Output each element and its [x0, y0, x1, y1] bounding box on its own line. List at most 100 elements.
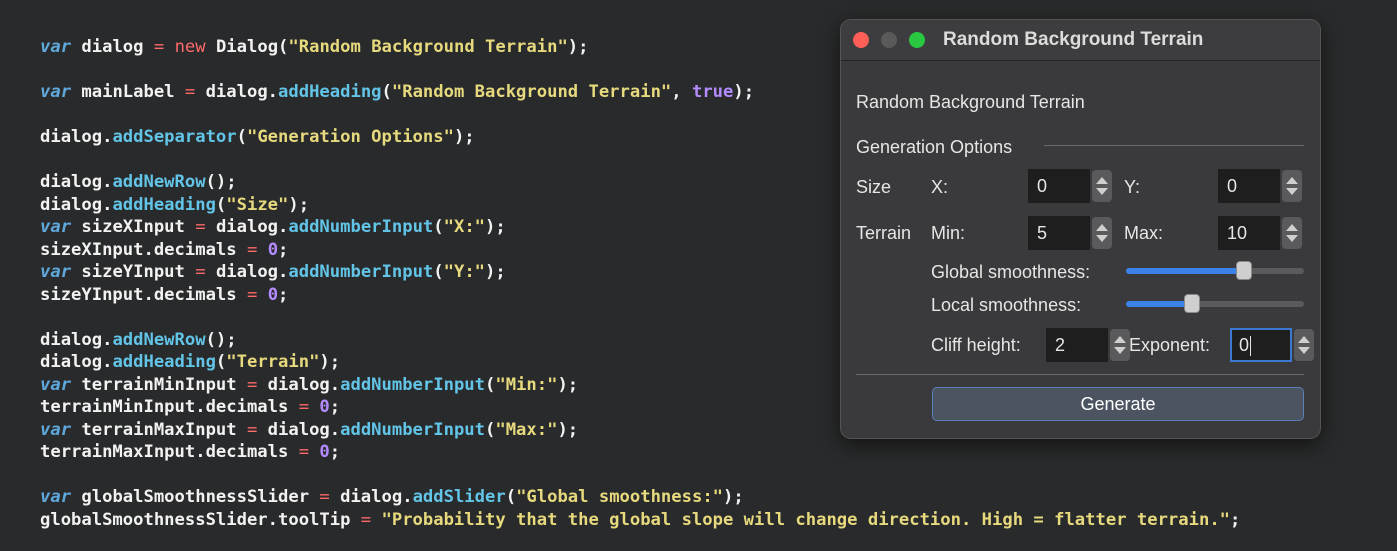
code-token: dialog. [329, 487, 413, 507]
terrain-max-stepper[interactable] [1282, 217, 1302, 249]
stepper-down-icon[interactable] [1298, 347, 1310, 354]
code-token: "Max:" [495, 419, 558, 440]
terrain-max-input[interactable]: 10 [1218, 216, 1302, 250]
code-token: 0 [319, 397, 330, 417]
close-button[interactable] [853, 32, 869, 48]
stepper-up-icon[interactable] [1286, 177, 1298, 184]
code-token: ( [236, 127, 247, 147]
code-token: ; [278, 239, 289, 260]
dialog-heading: Random Background Terrain [856, 92, 1085, 112]
terrain-max-field[interactable]: 10 [1218, 216, 1280, 250]
separator-line [1044, 145, 1304, 146]
code-token: ); [733, 82, 755, 102]
size-x-stepper[interactable] [1092, 170, 1112, 202]
code-token: 0 [267, 284, 279, 305]
exponent-field[interactable]: 0 [1230, 328, 1292, 362]
code-token: globalSmoothnessSlider.toolTip [40, 509, 361, 530]
stepper-up-icon[interactable] [1298, 336, 1310, 343]
size-y-field[interactable]: 0 [1218, 169, 1280, 203]
code-line: var globalSmoothnessSlider = dialog.addS… [40, 486, 1240, 509]
code-token: addHeading [112, 194, 216, 215]
code-token: dialog. [40, 194, 113, 215]
stepper-down-icon[interactable] [1096, 235, 1108, 242]
code-token: ); [319, 352, 341, 372]
code-token: sizeXInput [71, 217, 196, 237]
code-line: globalSmoothnessSlider.toolTip = "Probab… [40, 509, 1240, 532]
zoom-button[interactable] [909, 32, 925, 48]
size-y-input[interactable]: 0 [1218, 169, 1302, 203]
title-bar[interactable]: Random Background Terrain [841, 20, 1320, 61]
code-token: sizeXInput.decimals [40, 239, 247, 260]
code-token: dialog. [205, 217, 289, 237]
exponent-stepper[interactable] [1294, 329, 1314, 361]
exponent-label: Exponent: [1129, 335, 1211, 355]
slider-thumb[interactable] [1236, 261, 1252, 280]
code-token: "X:" [443, 217, 486, 237]
stepper-down-icon[interactable] [1286, 235, 1298, 242]
code-line: terrainMaxInput.decimals = 0; [40, 441, 1240, 464]
stepper-down-icon[interactable] [1286, 188, 1298, 195]
size-x-label: X: [931, 177, 949, 197]
global-smoothness-slider[interactable] [1126, 261, 1304, 281]
stepper-up-icon[interactable] [1114, 336, 1126, 343]
code-token: ( [485, 419, 496, 440]
code-token: var [40, 419, 72, 440]
cliff-height-stepper[interactable] [1110, 329, 1130, 361]
stepper-down-icon[interactable] [1096, 188, 1108, 195]
size-x-input[interactable]: 0 [1028, 169, 1112, 203]
code-token: = [298, 397, 310, 417]
code-token: addSlider [412, 487, 506, 507]
code-token: "Global smoothness:" [516, 487, 724, 507]
code-token: = [246, 284, 258, 305]
terrain-min-stepper[interactable] [1092, 217, 1112, 249]
generate-button[interactable]: Generate [932, 387, 1304, 421]
stepper-up-icon[interactable] [1096, 177, 1108, 184]
code-token: var [40, 37, 72, 57]
stepper-up-icon[interactable] [1286, 224, 1298, 231]
code-token: "Size" [226, 194, 289, 215]
code-token: new [174, 37, 206, 57]
size-y-stepper[interactable] [1282, 170, 1302, 202]
code-token: sizeYInput.decimals [40, 284, 247, 305]
exponent-input[interactable]: 0 [1230, 328, 1314, 362]
code-token: ); [485, 217, 506, 237]
code-token: ); [453, 127, 475, 147]
code-token: = [360, 509, 372, 530]
code-token: , [671, 82, 692, 102]
code-token: ); [723, 487, 744, 507]
terrain-min-input[interactable]: 5 [1028, 216, 1112, 250]
slider-fill [1126, 301, 1192, 307]
code-token: addNewRow [112, 172, 206, 192]
code-token: = [319, 487, 330, 507]
local-smoothness-slider[interactable] [1126, 294, 1304, 314]
code-token: sizeYInput [71, 262, 196, 282]
cliff-height-field[interactable]: 2 [1046, 328, 1108, 362]
slider-thumb[interactable] [1184, 294, 1200, 313]
code-token: = [153, 37, 165, 57]
code-token: "Random Background Terrain" [391, 82, 672, 102]
stepper-up-icon[interactable] [1096, 224, 1108, 231]
code-token: "Min:" [495, 374, 558, 395]
separator-label: Generation Options [856, 137, 1013, 157]
code-token: ( [215, 352, 227, 372]
minimize-button[interactable] [881, 32, 897, 48]
cliff-height-input[interactable]: 2 [1046, 328, 1130, 362]
code-token: ( [433, 217, 444, 237]
code-token: ( [433, 262, 444, 282]
random-terrain-dialog: Random Background Terrain Random Backgro… [840, 19, 1321, 439]
code-token: dialog. [257, 374, 341, 395]
code-token: dialog. [40, 172, 113, 192]
code-token: 0 [319, 442, 330, 462]
code-token: = [184, 82, 196, 102]
code-token: = [195, 262, 206, 282]
code-token: ); [557, 374, 579, 395]
global-smoothness-label: Global smoothness: [931, 262, 1091, 282]
size-x-field[interactable]: 0 [1028, 169, 1090, 203]
code-token: addNumberInput [340, 419, 485, 440]
terrain-min-field[interactable]: 5 [1028, 216, 1090, 250]
window-title: Random Background Terrain [943, 29, 1204, 50]
stepper-down-icon[interactable] [1114, 347, 1126, 354]
code-token: dialog. [195, 82, 279, 102]
